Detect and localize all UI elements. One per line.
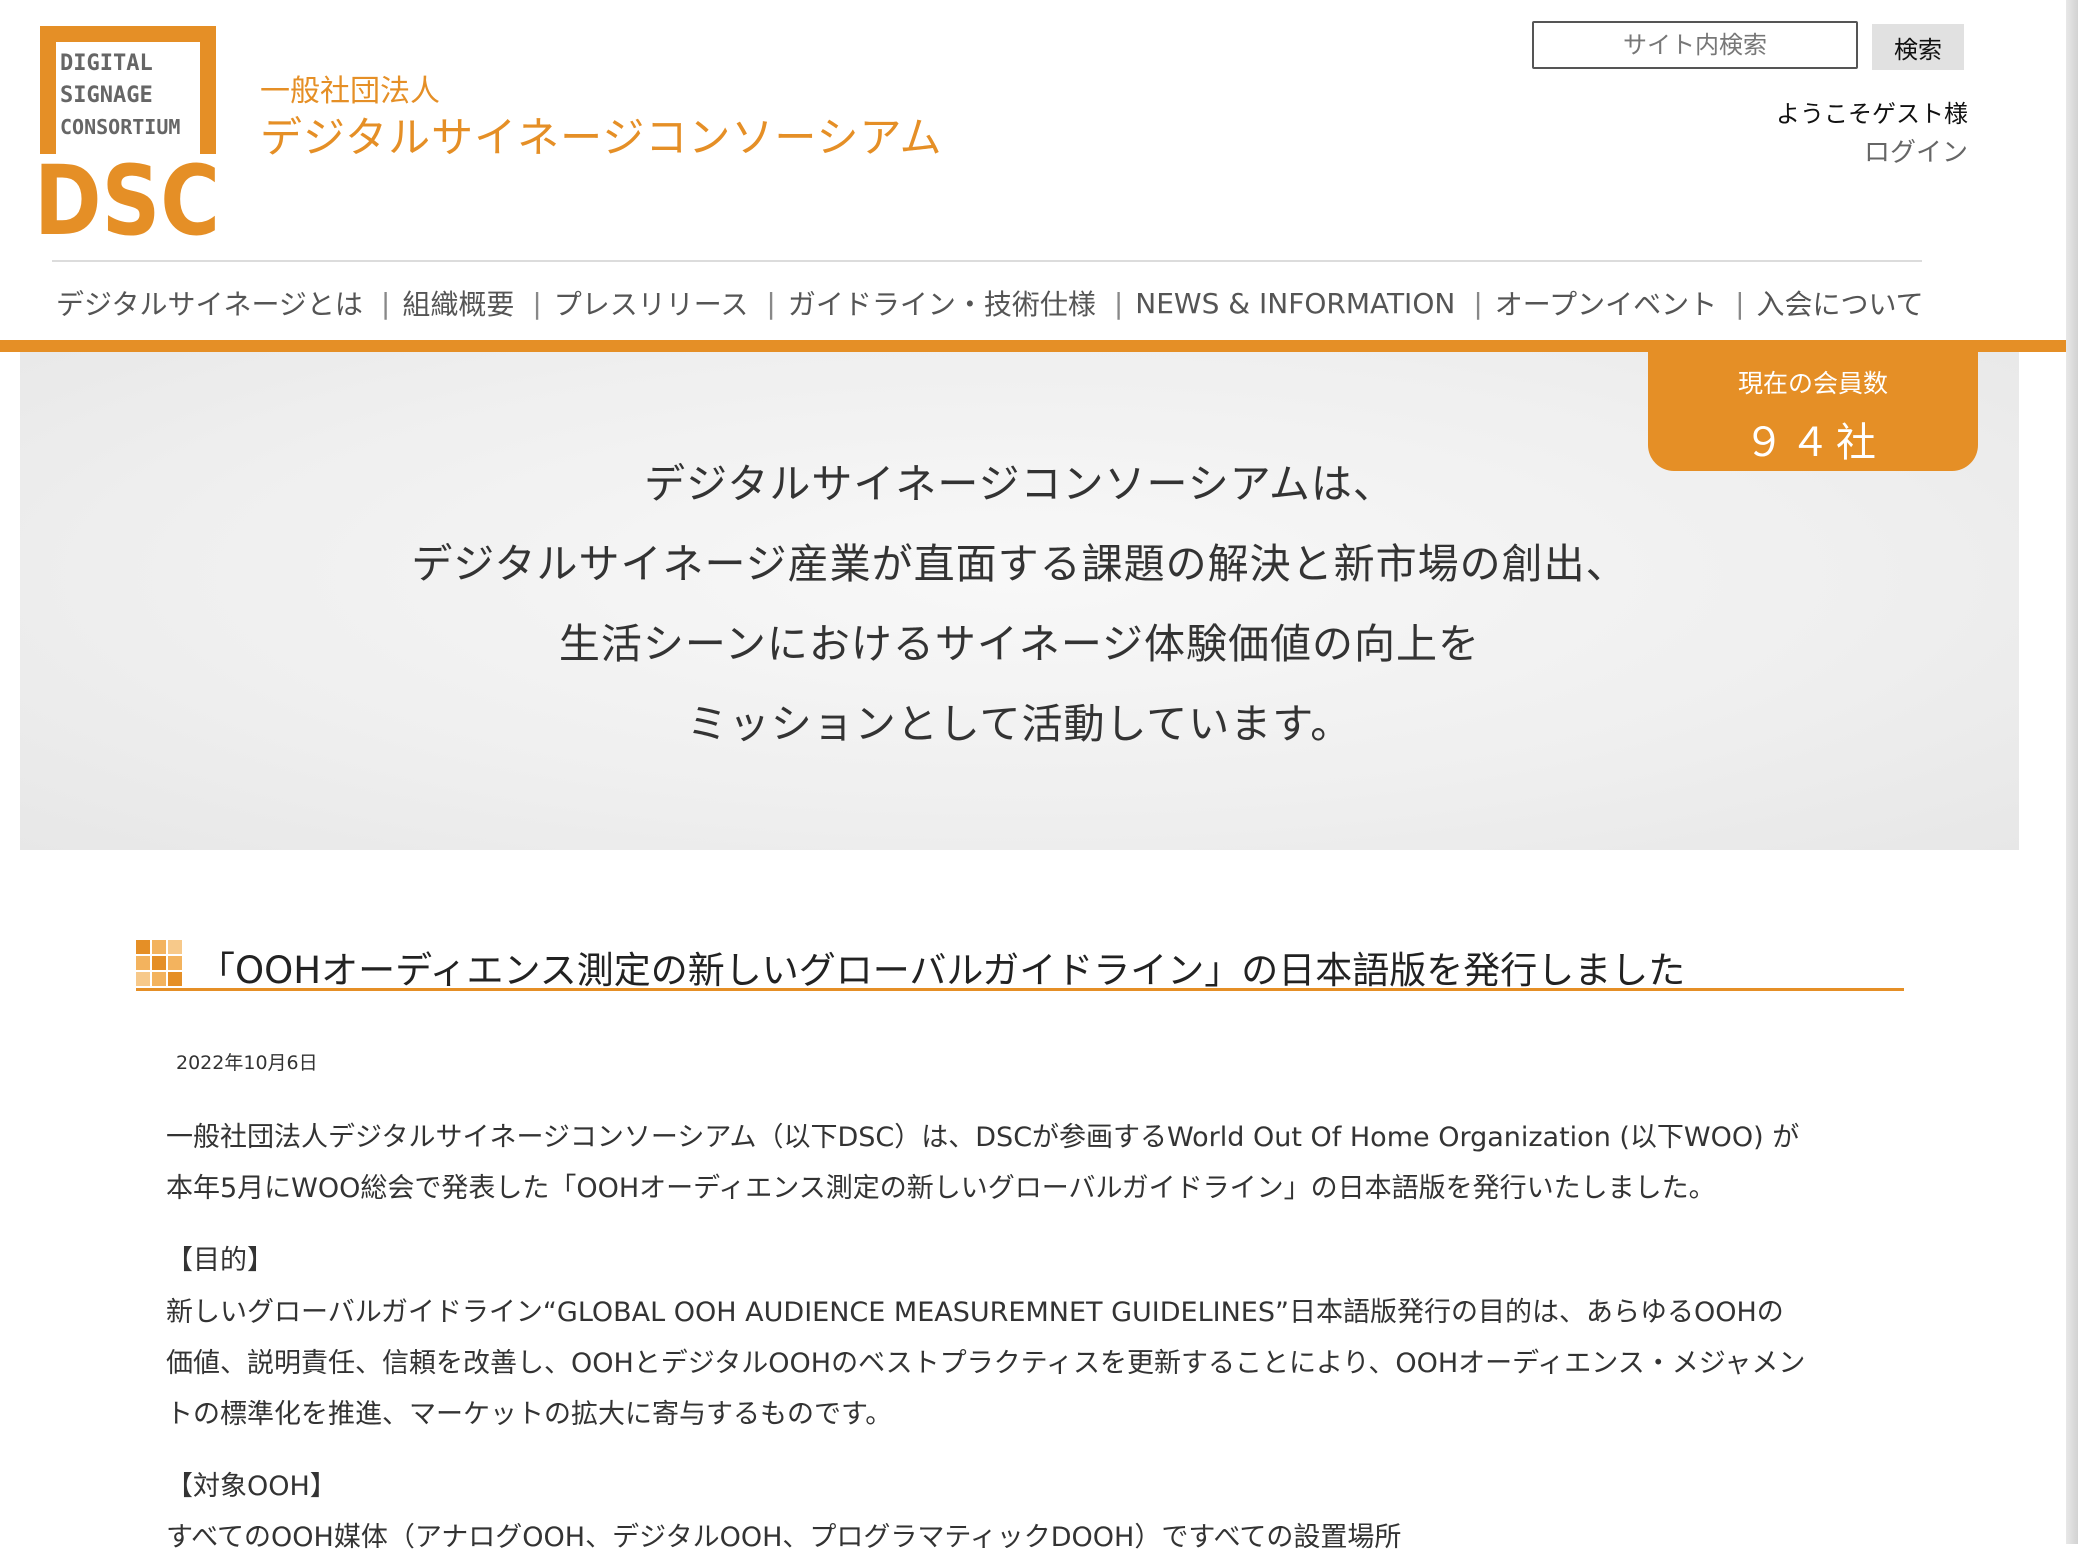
welcome-text: ようこそゲスト様 [1776, 100, 1968, 128]
member-count-label: 現在の会員数 [1737, 369, 1888, 398]
nav-separator: | [1735, 286, 1745, 320]
scrollbar-shadow [2066, 0, 2078, 1544]
title-underline [136, 988, 1904, 991]
nav-item-about-signage[interactable]: デジタルサイネージとは [56, 283, 363, 323]
dsc-logo[interactable]: DIGITAL SIGNAGE CONSORTIUM DSC [34, 22, 222, 238]
article-paragraph-2-line-3: トの標準化を推進、マーケットの拡大に寄与するものです。 [166, 1399, 893, 1430]
header-orange-bar [0, 340, 2066, 352]
grid-bullet-icon [136, 940, 182, 986]
mission-line-4: ミッションとして活動しています。 [686, 700, 1353, 748]
article-paragraph-2-line-2: 価値、説明責任、信頼を改善し、OOHとデジタルOOHのベストプラクティスを更新す… [166, 1348, 1806, 1379]
section-heading-purpose: 【目的】 [166, 1245, 274, 1276]
header-divider [52, 260, 1922, 262]
nav-item-guidelines[interactable]: ガイドライン・技術仕様 [788, 283, 1096, 323]
nav-item-open-event[interactable]: オープンイベント [1495, 283, 1717, 323]
article-title: 「OOHオーディエンス測定の新しいグローバルガイドライン」の日本語版を発行しまし… [198, 949, 1686, 992]
nav-item-press-release[interactable]: プレスリリース [554, 283, 749, 323]
nav-separator: | [766, 286, 776, 320]
org-name[interactable]: デジタルサイネージコンソーシアム [260, 104, 943, 165]
nav-separator: | [1113, 286, 1124, 320]
logo-mark: DSC [34, 145, 220, 238]
article-paragraph-1-line-1: 一般社団法人デジタルサイネージコンソーシアム（以下DSC）は、DSCが参画するW… [166, 1122, 1800, 1153]
nav-separator: | [380, 286, 391, 320]
article-paragraph-3: すべてのOOH媒体（アナログOOH、デジタルOOH、プログラマティックDOOH）… [166, 1522, 1402, 1553]
nav-item-organization[interactable]: 組織概要 [402, 283, 514, 323]
nav-item-news[interactable]: NEWS & INFORMATION [1135, 287, 1455, 320]
logo-line-3: CONSORTIUM [60, 115, 180, 139]
login-link[interactable]: ログイン [1864, 132, 1968, 169]
nav-item-membership[interactable]: 入会について [1757, 283, 1924, 323]
article-paragraph-1-line-2: 本年5月にWOO総会で発表した「OOHオーディエンス測定の新しいグローバルガイド… [166, 1173, 1716, 1204]
search-input[interactable] [1532, 21, 1858, 69]
section-heading-target: 【対象OOH】 [166, 1471, 337, 1502]
mission-line-3: 生活シーンにおけるサイネージ体験価値の向上を [558, 620, 1481, 668]
logo-line-2: SIGNAGE [60, 83, 153, 108]
nav-separator: | [532, 286, 542, 320]
member-count-value: ９４社 [1744, 420, 1882, 466]
search-button[interactable]: 検索 [1872, 24, 1964, 70]
member-count-badge: 現在の会員数 ９４社 [1648, 352, 1978, 471]
logo-line-1: DIGITAL [60, 51, 153, 76]
global-nav: デジタルサイネージとは | 組織概要 | プレスリリース | ガイドライン・技術… [56, 283, 1924, 323]
article-paragraph-2-line-1: 新しいグローバルガイドライン“GLOBAL OOH AUDIENCE MEASU… [166, 1297, 1784, 1328]
mission-line-2: デジタルサイネージ産業が直面する課題の解決と新市場の創出、 [411, 540, 1628, 588]
article-date: 2022年10月6日 [176, 1052, 318, 1074]
nav-separator: | [1473, 286, 1483, 320]
page: DIGITAL SIGNAGE CONSORTIUM DSC 一般社団法人 デジ… [0, 0, 2078, 1553]
